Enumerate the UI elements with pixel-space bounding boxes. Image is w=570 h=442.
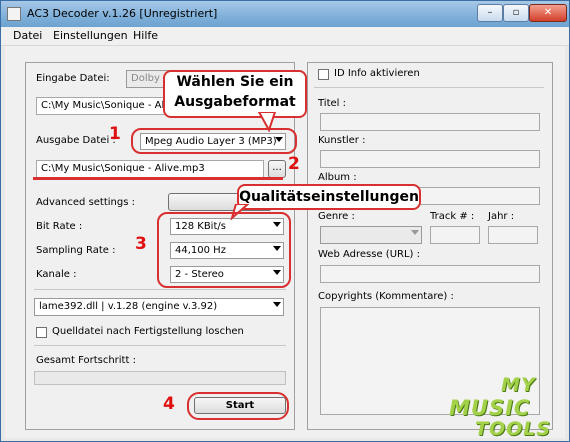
- logo-line2: MUSIC: [449, 396, 531, 420]
- callout-format-line2: Ausgabeformat: [174, 94, 296, 110]
- url-field[interactable]: [320, 265, 540, 283]
- output-path-field[interactable]: C:\My Music\Sonique - Alive.mp3: [36, 160, 264, 178]
- encoder-engine-select[interactable]: lame392.dll | v.1.28 (engine v.3.92): [34, 298, 284, 316]
- bitrate-label: Bit Rate :: [36, 221, 83, 232]
- logo-line1: MY: [501, 374, 536, 396]
- url-label: Web Adresse (URL) :: [318, 249, 420, 260]
- close-button[interactable]: ✕: [529, 4, 567, 22]
- annotation-1: 1: [109, 124, 121, 144]
- app-icon: [7, 7, 21, 21]
- logo-line3: TOOLS: [475, 418, 552, 440]
- minimize-button[interactable]: –: [477, 4, 503, 22]
- artist-label: Kunstler :: [318, 135, 366, 146]
- menu-hilfe[interactable]: Hilfe: [133, 29, 158, 42]
- progress-bar: [34, 371, 286, 385]
- genre-label: Genre :: [318, 211, 355, 222]
- album-label: Album :: [318, 172, 357, 183]
- highlight-quality: [157, 212, 291, 288]
- highlight-start: [187, 392, 289, 420]
- menu-einstellungen[interactable]: Einstellungen: [53, 29, 128, 42]
- title-field[interactable]: [320, 113, 540, 131]
- year-field[interactable]: [488, 226, 538, 244]
- advanced-settings-label: Advanced settings :: [36, 197, 135, 208]
- highlight-output-path: [33, 177, 283, 180]
- window-title: AC3 Decoder v.1.26 [Unregistriert]: [27, 7, 218, 20]
- menu-datei[interactable]: Datei: [13, 29, 42, 42]
- copyright-label: Copyrights (Kommentare) :: [318, 291, 454, 302]
- menu-bar: Datei Einstellungen Hilfe: [1, 27, 569, 46]
- artist-field[interactable]: [320, 150, 540, 168]
- callout-format-line1: Wählen Sie ein: [176, 74, 294, 90]
- genre-select[interactable]: [320, 226, 422, 244]
- separator: [34, 345, 286, 346]
- app-window: AC3 Decoder v.1.26 [Unregistriert] – ▫ ✕…: [0, 0, 570, 442]
- id3-enable-checkbox[interactable]: [318, 69, 329, 80]
- title-label: Titel :: [318, 98, 346, 109]
- output-file-label: Ausgabe Datei :: [36, 135, 116, 146]
- sampling-rate-label: Sampling Rate :: [36, 245, 116, 256]
- annotation-2: 2: [288, 154, 300, 174]
- input-file-label: Eingabe Datei:: [36, 73, 110, 84]
- browse-button[interactable]: ...: [268, 160, 286, 178]
- id3-enable-label: ID Info aktivieren: [334, 68, 420, 79]
- client-area: Eingabe Datei: Dolby C:\My Music\Sonique…: [5, 46, 565, 440]
- separator: [34, 289, 286, 290]
- progress-label: Gesamt Fortschritt :: [36, 355, 136, 366]
- highlight-output-format: [131, 128, 297, 154]
- track-label: Track # :: [430, 211, 475, 222]
- delete-source-label: Quelldatei nach Fertigstellung loschen: [52, 326, 244, 337]
- separator: [314, 87, 544, 88]
- annotation-3: 3: [135, 234, 147, 254]
- title-bar[interactable]: AC3 Decoder v.1.26 [Unregistriert] – ▫ ✕: [1, 1, 569, 27]
- year-label: Jahr :: [488, 211, 515, 222]
- annotation-4: 4: [163, 394, 175, 414]
- callout-output-format: Wählen Sie ein Ausgabeformat: [163, 70, 307, 118]
- track-field[interactable]: [430, 226, 480, 244]
- callout-quality: Qualitätseinstellungen: [237, 184, 421, 210]
- delete-source-checkbox[interactable]: [36, 327, 47, 338]
- channels-label: Kanale :: [36, 269, 77, 280]
- maximize-button[interactable]: ▫: [503, 4, 529, 22]
